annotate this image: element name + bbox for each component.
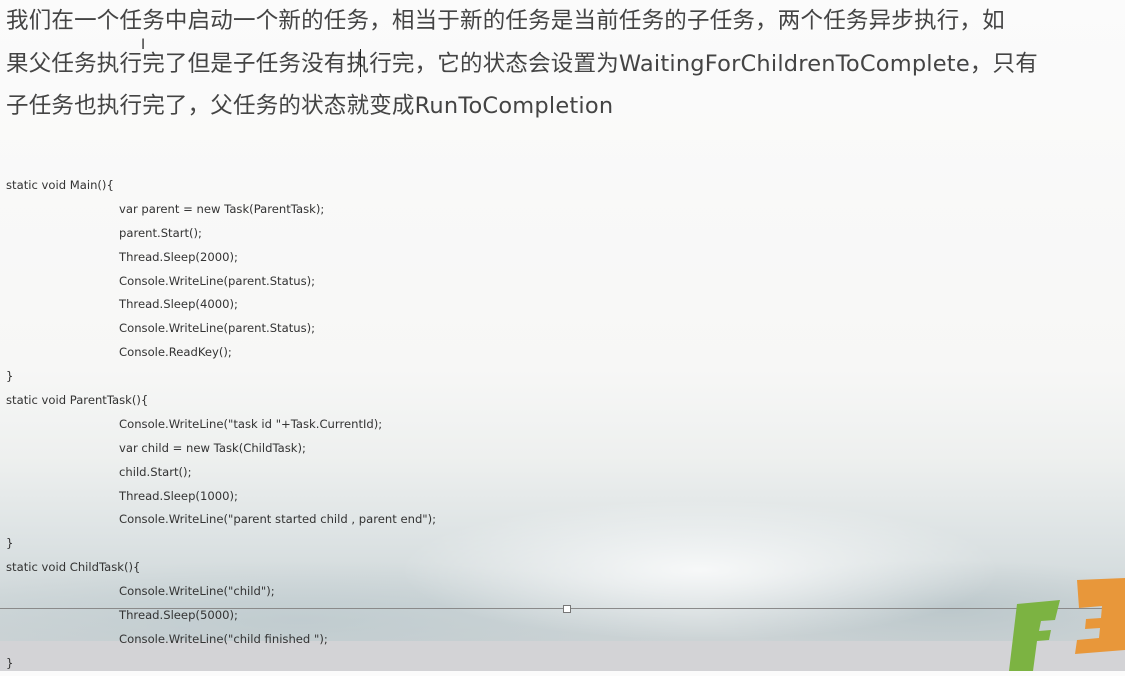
code-line: static void ParentTask(){ [6, 393, 149, 408]
description-line: 果父任务执行完了但是子任务没有执行完，它的状态会设置为WaitingForChi… [6, 50, 1038, 77]
code-line: Thread.Sleep(4000); [119, 297, 238, 312]
code-line: Console.WriteLine(parent.Status); [119, 273, 316, 288]
code-block[interactable]: static void Main(){ var parent = new Task… [6, 174, 436, 676]
code-line: static void Main(){ [6, 178, 114, 192]
code-line: static void ChildTask(){ [6, 560, 141, 575]
code-line: Thread.Sleep(2000); [119, 249, 238, 264]
code-line: var parent = new Task(ParentTask); [119, 201, 325, 216]
code-line: Console.WriteLine("child"); [119, 584, 275, 599]
code-line: parent.Start(); [119, 225, 202, 240]
description-text[interactable]: 我们在一个任务中启动一个新的任务，相当于新的任务是当前任务的子任务，两个任务异步… [6, 0, 1125, 128]
logo-icon [1009, 578, 1125, 671]
code-line: Console.WriteLine(parent.Status); [119, 321, 316, 336]
code-line: Console.WriteLine("parent started child … [119, 512, 437, 527]
code-line: Console.WriteLine("child finished "); [119, 631, 328, 646]
text-caret [360, 49, 361, 77]
code-line: var child = new Task(ChildTask); [119, 440, 306, 455]
description-line: 我们在一个任务中启动一个新的任务，相当于新的任务是当前任务的子任务，两个任务异步… [6, 8, 1005, 34]
code-line: } [6, 536, 14, 551]
code-line: Thread.Sleep(1000); [119, 488, 238, 503]
code-line: } [6, 369, 14, 384]
resize-handle[interactable] [563, 605, 571, 613]
code-line: Console.ReadKey(); [119, 345, 232, 360]
code-line: } [6, 655, 14, 670]
code-line: child.Start(); [119, 464, 192, 479]
ibeam-cursor-icon: I [141, 37, 146, 53]
code-line: Console.WriteLine("task id "+Task.Curren… [119, 416, 383, 431]
description-line: 子任务也执行完了，父任务的状态就变成RunToCompletion [6, 93, 614, 119]
